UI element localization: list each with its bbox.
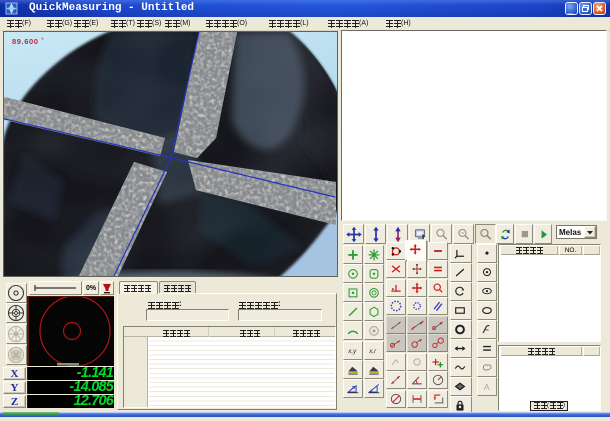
svg-text:x,r: x,r bbox=[368, 348, 377, 355]
svg-text:x,y: x,y bbox=[347, 348, 357, 355]
svg-text:A: A bbox=[484, 382, 490, 392]
